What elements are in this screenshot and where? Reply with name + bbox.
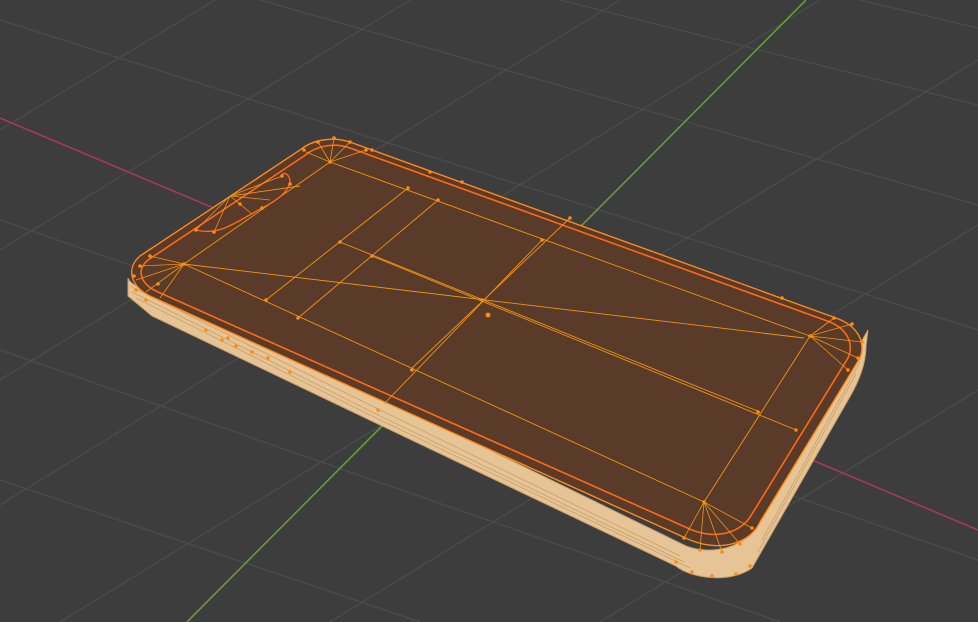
3d-viewport[interactable] (0, 0, 978, 622)
object-origin[interactable] (485, 312, 491, 318)
